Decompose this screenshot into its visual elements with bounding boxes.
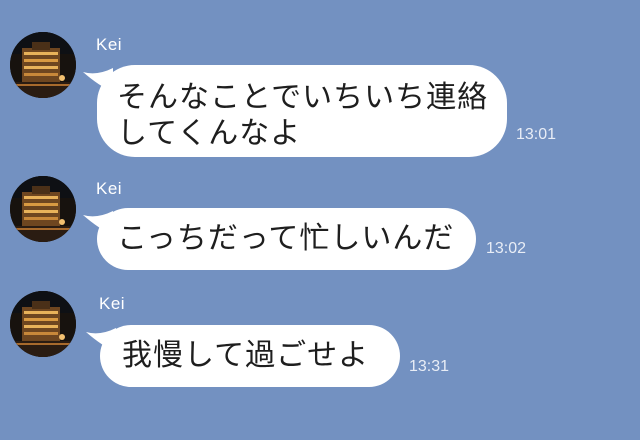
avatar[interactable] [10, 176, 76, 242]
avatar-photo-icon [10, 32, 76, 98]
message-line: こっちだって忙しいんだ [117, 221, 455, 256]
message-line: してくんなよ [117, 116, 302, 151]
message-row: Kei こっちだって忙しいんだ 13:02 [0, 170, 640, 290]
avatar-photo-icon [10, 176, 76, 242]
message-row: Kei そんなことでいちいち連絡 してくんなよ 13:01 [0, 0, 640, 170]
sender-name: Kei [99, 294, 126, 313]
timestamp: 13:31 [409, 358, 450, 375]
avatar[interactable] [10, 32, 76, 98]
message-row: Kei 我慢して過ごせよ 13:31 [0, 290, 640, 440]
chat-thread: Kei そんなことでいちいち連絡 してくんなよ 13:01 Kei こっちだって… [0, 0, 640, 440]
message-bubble[interactable]: 我慢して過ごせよ [100, 325, 400, 387]
message-bubble[interactable]: そんなことでいちいち連絡 してくんなよ [97, 65, 507, 157]
message-line: 我慢して過ごせよ [122, 338, 370, 373]
timestamp: 13:02 [486, 240, 527, 257]
avatar-photo-icon [10, 291, 76, 357]
avatar[interactable] [10, 291, 76, 357]
sender-name: Kei [96, 179, 123, 198]
message-bubble[interactable]: こっちだって忙しいんだ [97, 208, 476, 270]
sender-name: Kei [96, 35, 123, 54]
message-line: そんなことでいちいち連絡 [117, 80, 489, 115]
timestamp: 13:01 [516, 126, 557, 143]
